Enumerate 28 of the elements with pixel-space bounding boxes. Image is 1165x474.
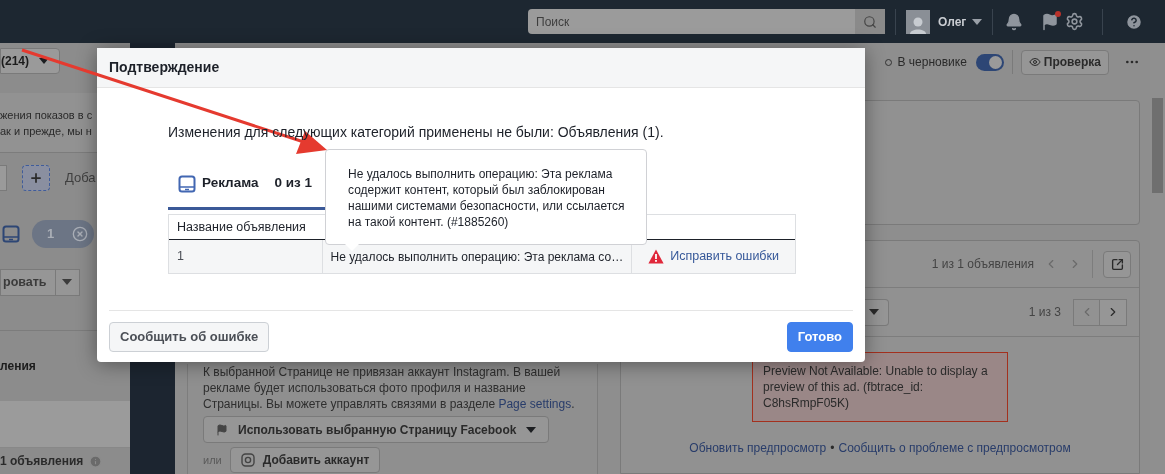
user-name[interactable]: Олег: [938, 12, 967, 31]
table-cell: 1: [169, 240, 323, 273]
report-preview-link[interactable]: Сообщить о проблеме с предпросмотром: [838, 439, 1071, 457]
column-header: Название объявления: [176, 218, 307, 236]
report-button[interactable]: Сообщить об ошибке: [109, 321, 270, 352]
tooltip: Не удалось выполнить операцию: Эта реклама содержит контент, который был заблокирован нашими системами безопасности, или ссылается на такой контент. (#1885260): [325, 149, 647, 245]
draft-status: В черновике: [897, 54, 967, 71]
description-text: ак и прежде, мы н: [0, 123, 93, 139]
count-dropdown[interactable]: (214): [0, 48, 60, 74]
review-button[interactable]: Проверка: [1020, 49, 1109, 75]
dialog-title: Подтверждение: [109, 58, 220, 77]
add-label: Доба: [65, 169, 96, 188]
search-field[interactable]: Поиск: [528, 9, 855, 34]
preview-error: Preview Not Available: Unable to display a preview of this ad. (fbtrace_id: C8hsRmpF05K): [752, 352, 1008, 422]
fix-errors-link[interactable]: Исправить ошибки: [670, 247, 779, 266]
description-text: жения показов в с: [0, 107, 94, 123]
refresh-preview-link[interactable]: Обновить предпросмотр: [689, 439, 827, 457]
dialog-message: Изменения для следующих категорий применены не были: Объявления (1).: [168, 123, 665, 142]
separator: •: [830, 440, 835, 457]
page-button[interactable]: Использовать выбранную Страницу Facebook: [203, 416, 550, 443]
instagram-notice: К выбранной Странице не привязан аккаунт Instagram. В вашей рекламе будет использоваться фото профиля и название Страницы. Вы можете управлять связями в разделе Page settings.: [203, 364, 576, 412]
ad-count: 1 объявления: [0, 453, 84, 470]
placement-counter: 1 из 3: [1028, 304, 1061, 321]
section-title: ления: [0, 358, 36, 375]
add-account-button[interactable]: Добавить аккаунт: [229, 447, 381, 473]
action-button[interactable]: ровать: [0, 268, 56, 296]
ad-counter: 1 из 1 объявления: [931, 256, 1034, 273]
done-button[interactable]: Готово: [786, 321, 853, 352]
